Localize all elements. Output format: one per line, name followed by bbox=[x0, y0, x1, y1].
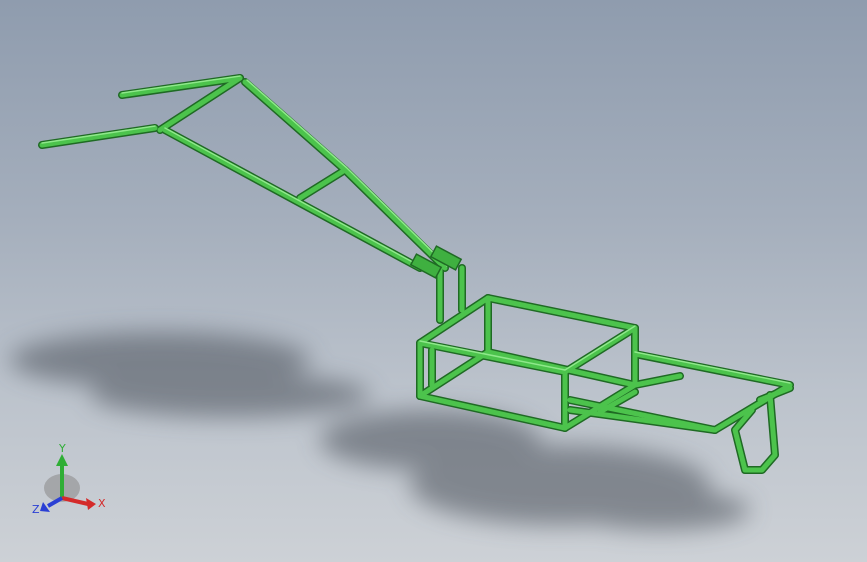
z-axis-label: Z bbox=[32, 503, 40, 516]
model-scene[interactable] bbox=[0, 0, 867, 562]
y-axis-head bbox=[56, 454, 68, 466]
graphics-viewport[interactable]: Y X Z bbox=[0, 0, 867, 562]
y-axis-label: Y bbox=[58, 442, 66, 455]
orientation-triad[interactable]: Y X Z bbox=[30, 440, 120, 530]
x-axis-label: X bbox=[98, 497, 106, 510]
x-axis-head bbox=[86, 498, 96, 510]
